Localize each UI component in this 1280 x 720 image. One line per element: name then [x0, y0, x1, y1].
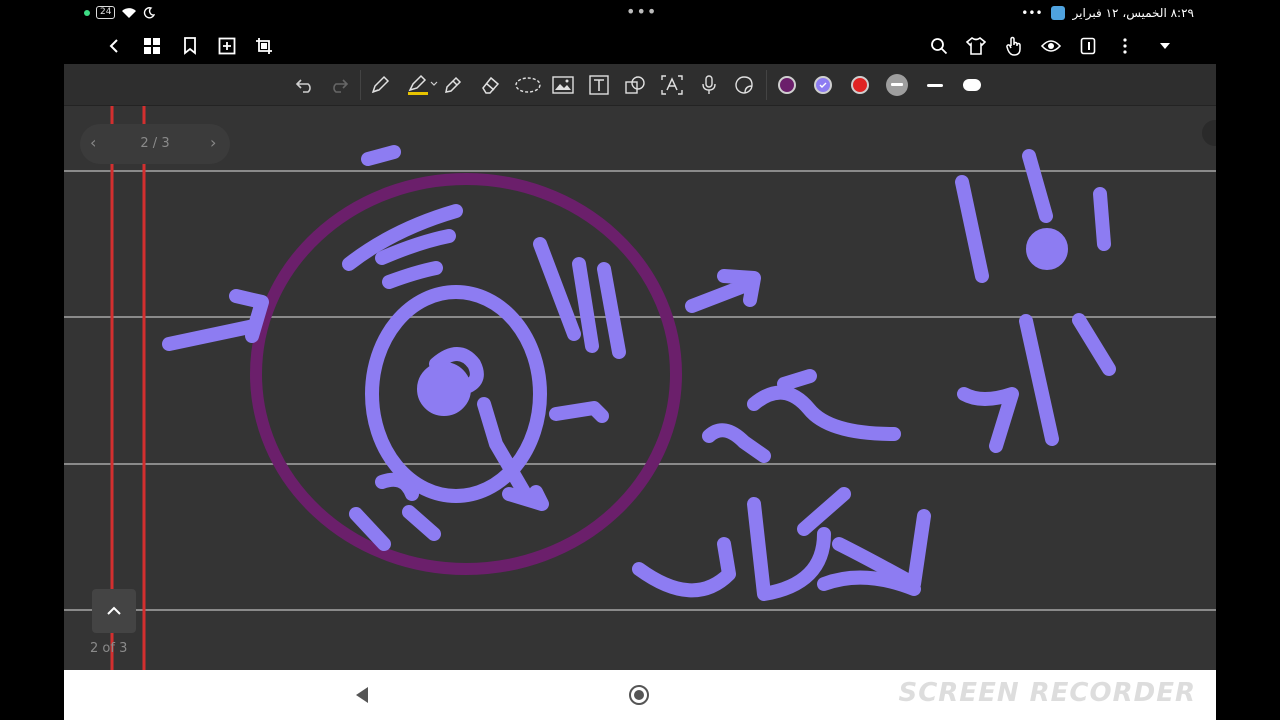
crop-icon[interactable]	[254, 36, 274, 56]
moon-icon	[144, 6, 156, 18]
right-arrow-stroke	[685, 269, 761, 313]
color-swatch-purple[interactable]	[778, 76, 796, 94]
shirt-icon[interactable]	[966, 36, 986, 56]
back-icon[interactable]	[104, 36, 124, 56]
handwriting-stroke	[1072, 313, 1116, 376]
system-home-button[interactable]	[629, 685, 649, 705]
undo-icon[interactable]	[294, 74, 316, 96]
left-black-border	[0, 64, 64, 720]
toolbar-separator	[360, 70, 361, 100]
handwriting-stroke	[1019, 314, 1059, 446]
add-page-icon[interactable]	[217, 36, 237, 56]
page-counter: 2 of 3	[90, 641, 128, 656]
handwriting-stroke	[777, 369, 817, 391]
bottom-stroke	[402, 505, 441, 541]
touch-icon[interactable]	[1004, 36, 1024, 56]
thin-stroke-icon[interactable]	[924, 74, 946, 96]
bottom-stroke	[375, 472, 419, 501]
system-back-button[interactable]	[354, 686, 370, 708]
status-right: ••• ٨:٢٩ الخميس، ١٢ فبراير	[1021, 6, 1194, 20]
redo-icon[interactable]	[328, 74, 350, 96]
right-black-border	[1216, 64, 1280, 720]
drawing-toolbar	[64, 64, 1216, 106]
eye-icon[interactable]	[1041, 36, 1061, 56]
text-recognition-icon[interactable]	[661, 74, 683, 96]
shape-icon[interactable]	[624, 74, 646, 96]
status-more-dots: •••	[626, 2, 658, 21]
note-canvas[interactable]: ‹ 2 / 3 › 2 of 3	[64, 64, 1216, 670]
app-notification-icon	[1050, 6, 1065, 20]
handwriting-stroke	[747, 385, 901, 441]
dot-stroke	[361, 145, 401, 166]
handwriting-layer	[64, 106, 1216, 670]
previous-page-button[interactable]: ‹	[90, 133, 96, 152]
color-swatch-red[interactable]	[851, 76, 869, 94]
next-page-button[interactable]: ›	[210, 133, 216, 152]
wave-stroke	[382, 261, 443, 289]
notification-dot-icon	[84, 9, 90, 16]
handwriting-stroke	[817, 570, 921, 596]
thick-stroke-icon[interactable]	[961, 74, 983, 96]
status-overflow: •••	[1021, 6, 1043, 20]
microphone-icon[interactable]	[698, 74, 720, 96]
vertical-stroke	[533, 237, 581, 341]
side-stroke	[549, 401, 609, 423]
page-indicator: 2 / 3	[140, 136, 170, 151]
vertical-stroke	[597, 262, 626, 359]
page-icon[interactable]	[1078, 36, 1098, 56]
dropdown-icon[interactable]	[1155, 36, 1175, 56]
bottom-stroke	[502, 485, 549, 511]
eraser-icon[interactable]	[479, 74, 501, 96]
system-navigation-bar: SCREEN RECORDER	[64, 670, 1216, 720]
handwriting-stroke	[702, 423, 771, 463]
image-icon[interactable]	[552, 74, 574, 96]
battery-indicator: 24	[96, 6, 116, 19]
toolbar-separator	[766, 70, 767, 100]
color-swatch-lavender-selected[interactable]	[814, 76, 832, 94]
handwriting-stroke	[1022, 149, 1053, 223]
handwriting-stroke	[955, 175, 989, 283]
left-arrow-stroke	[162, 289, 269, 351]
page-navigator: ‹ 2 / 3 ›	[80, 124, 230, 164]
recorder-watermark: SCREEN RECORDER	[898, 678, 1196, 708]
sticker-icon[interactable]	[733, 74, 755, 96]
more-icon[interactable]	[1115, 36, 1135, 56]
top-navigation	[0, 28, 1280, 64]
scroll-top-button[interactable]	[92, 589, 136, 633]
triangle-back-icon	[356, 687, 368, 703]
search-icon[interactable]	[929, 36, 949, 56]
status-datetime: ٨:٢٩ الخميس، ١٢ فبراير	[1072, 6, 1194, 20]
grid-icon[interactable]	[142, 36, 162, 56]
chevron-up-icon	[107, 606, 121, 615]
highlighter-icon[interactable]	[406, 74, 438, 96]
status-bar: 24 ••• ••• ٨:٢٩ الخميس، ١٢ فبراير	[0, 0, 1280, 28]
handwriting-stroke	[632, 537, 736, 598]
bookmark-icon[interactable]	[180, 36, 200, 56]
handwriting-stroke	[1093, 187, 1111, 251]
pencil-icon[interactable]	[442, 74, 464, 96]
handwriting-dot	[1026, 228, 1068, 270]
pen-icon[interactable]	[369, 74, 391, 96]
wifi-icon	[122, 7, 137, 18]
color-swatch-gray[interactable]	[886, 74, 908, 96]
handwriting-stroke	[957, 387, 1019, 453]
lasso-icon[interactable]	[514, 74, 542, 96]
handwriting-stroke	[797, 487, 851, 536]
status-left: 24	[84, 6, 156, 19]
text-icon[interactable]	[588, 74, 610, 96]
